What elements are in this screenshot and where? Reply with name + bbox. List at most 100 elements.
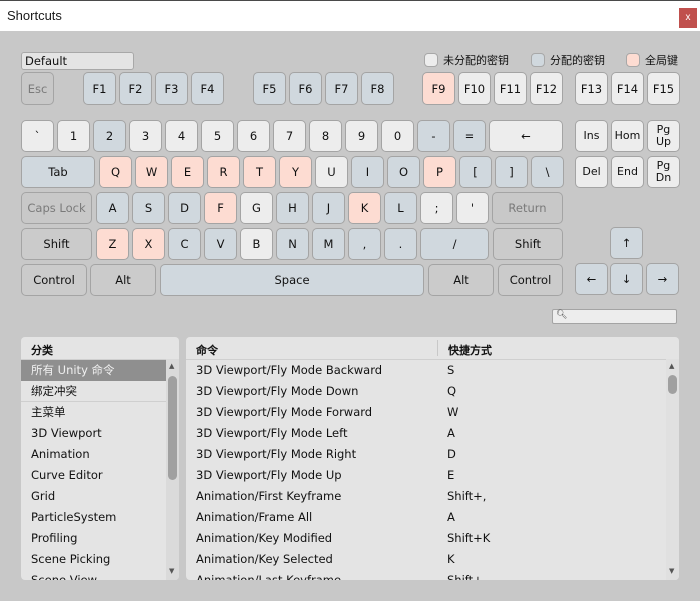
command-shortcut[interactable]: Shift+. — [447, 570, 486, 580]
category-item[interactable]: 3D Viewport — [21, 423, 166, 444]
key-alt[interactable]: Alt — [90, 264, 156, 296]
category-item[interactable]: 所有 Unity 命令 — [21, 360, 166, 381]
category-item[interactable]: 主菜单 — [21, 402, 166, 423]
key-`[interactable]: ` — [21, 120, 54, 152]
key-f3[interactable]: F3 — [155, 72, 188, 105]
scroll-down-icon[interactable]: ▼ — [669, 567, 674, 575]
scrollbar-thumb[interactable] — [668, 375, 677, 394]
key-f9[interactable]: F9 — [422, 72, 455, 105]
key-8[interactable]: 8 — [309, 120, 342, 152]
command-row[interactable]: Animation/Key Selected K — [186, 549, 666, 570]
key-space[interactable]: Space — [160, 264, 424, 296]
category-item[interactable]: Profiling — [21, 528, 166, 549]
key-7[interactable]: 7 — [273, 120, 306, 152]
key-b[interactable]: B — [240, 228, 273, 260]
key-6[interactable]: 6 — [237, 120, 270, 152]
key-v[interactable]: V — [204, 228, 237, 260]
key-/[interactable]: / — [420, 228, 489, 260]
command-row[interactable]: Animation/Key Modified Shift+K — [186, 528, 666, 549]
key-a[interactable]: A — [96, 192, 129, 224]
key-f11[interactable]: F11 — [494, 72, 527, 105]
key-esc[interactable]: Esc — [21, 72, 54, 105]
key-arrow-left[interactable]: ← — [575, 263, 608, 295]
command-shortcut[interactable]: S — [447, 360, 454, 381]
key-f14[interactable]: F14 — [611, 72, 644, 105]
key-end[interactable]: End — [611, 156, 644, 188]
key-d[interactable]: D — [168, 192, 201, 224]
key-pg-up[interactable]: Pg Up — [647, 120, 680, 152]
command-shortcut[interactable]: W — [447, 402, 458, 423]
key-][interactable]: ] — [495, 156, 528, 188]
key-t[interactable]: T — [243, 156, 276, 188]
scroll-up-icon[interactable]: ▲ — [169, 362, 174, 370]
key-x[interactable]: X — [132, 228, 165, 260]
key-arrow-right[interactable]: → — [646, 263, 679, 295]
key-h[interactable]: H — [276, 192, 309, 224]
command-row[interactable]: 3D Viewport/Fly Mode Left A — [186, 423, 666, 444]
key-j[interactable]: J — [312, 192, 345, 224]
key-f1[interactable]: F1 — [83, 72, 116, 105]
key-backspace[interactable]: ← — [489, 120, 563, 152]
command-shortcut[interactable]: E — [447, 465, 454, 486]
command-shortcut[interactable]: K — [447, 549, 455, 570]
key-del[interactable]: Del — [575, 156, 608, 188]
category-item[interactable]: Animation — [21, 444, 166, 465]
scroll-up-icon[interactable]: ▲ — [669, 362, 674, 370]
key-4[interactable]: 4 — [165, 120, 198, 152]
category-item[interactable]: 绑定冲突 — [21, 381, 166, 402]
scrollbar-thumb[interactable] — [168, 376, 177, 480]
key-f5[interactable]: F5 — [253, 72, 286, 105]
command-shortcut[interactable]: Shift+, — [447, 486, 486, 507]
key-3[interactable]: 3 — [129, 120, 162, 152]
key-c[interactable]: C — [168, 228, 201, 260]
key-hom[interactable]: Hom — [611, 120, 644, 152]
key-f13[interactable]: F13 — [575, 72, 608, 105]
key-n[interactable]: N — [276, 228, 309, 260]
key-caps-lock[interactable]: Caps Lock — [21, 192, 92, 224]
key-k[interactable]: K — [348, 192, 381, 224]
key-arrow-up[interactable]: ↑ — [610, 227, 643, 259]
scroll-down-icon[interactable]: ▼ — [169, 567, 174, 575]
key-;[interactable]: ; — [420, 192, 453, 224]
key-5[interactable]: 5 — [201, 120, 234, 152]
key-l[interactable]: L — [384, 192, 417, 224]
key-2[interactable]: 2 — [93, 120, 126, 152]
key-shift[interactable]: Shift — [21, 228, 92, 260]
key-f10[interactable]: F10 — [458, 72, 491, 105]
command-row[interactable]: 3D Viewport/Fly Mode Right D — [186, 444, 666, 465]
key-m[interactable]: M — [312, 228, 345, 260]
key-o[interactable]: O — [387, 156, 420, 188]
categories-scrollbar[interactable]: ▲ ▼ — [166, 359, 179, 580]
key-u[interactable]: U — [315, 156, 348, 188]
key-y[interactable]: Y — [279, 156, 312, 188]
commands-scrollbar[interactable]: ▲ ▼ — [666, 359, 679, 580]
key-f6[interactable]: F6 — [289, 72, 322, 105]
profile-dropdown[interactable]: Default — [21, 52, 134, 70]
key-e[interactable]: E — [171, 156, 204, 188]
key-control[interactable]: Control — [21, 264, 87, 296]
key--[interactable]: - — [417, 120, 450, 152]
command-row[interactable]: 3D Viewport/Fly Mode Up E — [186, 465, 666, 486]
key-f4[interactable]: F4 — [191, 72, 224, 105]
key-w[interactable]: W — [135, 156, 168, 188]
key-shift[interactable]: Shift — [493, 228, 563, 260]
key-p[interactable]: P — [423, 156, 456, 188]
key-tab[interactable]: Tab — [21, 156, 95, 188]
shortcut-column-header[interactable]: 快捷方式 — [448, 342, 492, 358]
command-shortcut[interactable]: A — [447, 423, 455, 444]
key-s[interactable]: S — [132, 192, 165, 224]
column-divider[interactable] — [437, 340, 438, 356]
key-f2[interactable]: F2 — [119, 72, 152, 105]
command-shortcut[interactable]: A — [447, 507, 455, 528]
command-row[interactable]: Animation/Frame All A — [186, 507, 666, 528]
category-item[interactable]: Curve Editor — [21, 465, 166, 486]
key-f8[interactable]: F8 — [361, 72, 394, 105]
category-item[interactable]: Scene View — [21, 570, 166, 580]
category-item[interactable]: Grid — [21, 486, 166, 507]
key-i[interactable]: I — [351, 156, 384, 188]
command-shortcut[interactable]: Shift+K — [447, 528, 490, 549]
command-row[interactable]: 3D Viewport/Fly Mode Down Q — [186, 381, 666, 402]
key-.[interactable]: . — [384, 228, 417, 260]
category-item[interactable]: Scene Picking — [21, 549, 166, 570]
search-input[interactable]: 🔍︎ — [552, 309, 677, 324]
